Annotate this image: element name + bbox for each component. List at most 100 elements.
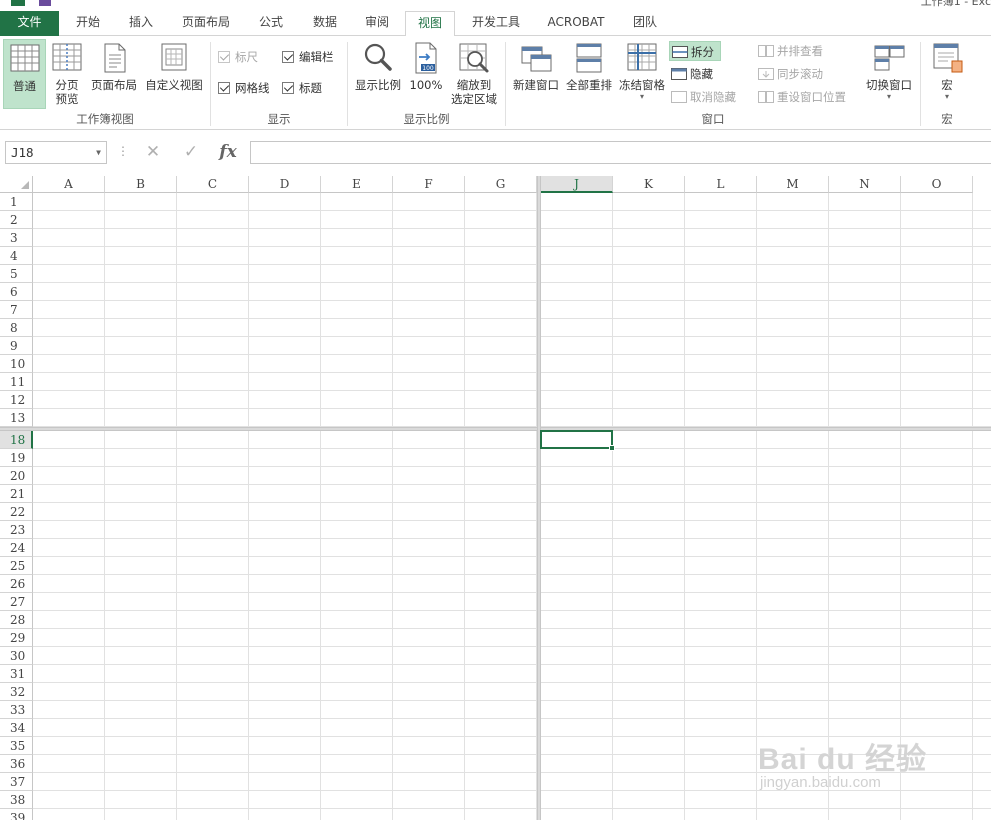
zoom-100-button[interactable]: 100 100% <box>406 39 446 109</box>
column-header-b[interactable]: B <box>105 176 177 193</box>
row-header-10[interactable]: 10 <box>0 355 33 373</box>
column-header-c[interactable]: C <box>177 176 249 193</box>
view-side-by-side-button[interactable]: 并排查看 <box>756 41 826 61</box>
switch-windows-button[interactable]: 切换窗口 ▾ <box>862 39 916 109</box>
active-cell[interactable] <box>540 430 613 449</box>
macros-button[interactable]: 宏 ▾ <box>925 39 969 109</box>
tab-page-layout[interactable]: 页面布局 <box>172 11 240 36</box>
row-header-28[interactable]: 28 <box>0 611 33 629</box>
sync-scroll-button[interactable]: 同步滚动 <box>756 64 826 84</box>
row-header-24[interactable]: 24 <box>0 539 33 557</box>
hide-button[interactable]: 隐藏 <box>669 64 716 84</box>
row-header-7[interactable]: 7 <box>0 301 33 319</box>
column-header-o[interactable]: O <box>901 176 973 193</box>
ruler-checkbox[interactable]: 标尺 <box>218 48 258 66</box>
cancel-icon[interactable]: ✕ <box>138 141 168 164</box>
column-header-k[interactable]: K <box>613 176 685 193</box>
gridline-vertical <box>392 193 393 820</box>
select-all-button[interactable] <box>0 176 33 193</box>
undo-icon[interactable] <box>74 0 84 6</box>
new-window-button[interactable]: 新建窗口 <box>509 39 563 109</box>
column-header-f[interactable]: F <box>393 176 465 193</box>
row-header-23[interactable]: 23 <box>0 521 33 539</box>
gridlines-checkbox[interactable]: 网格线 <box>218 79 270 97</box>
row-header-21[interactable]: 21 <box>0 485 33 503</box>
vertical-split-bar[interactable] <box>537 176 541 820</box>
row-header-34[interactable]: 34 <box>0 719 33 737</box>
normal-view-button[interactable]: 普通 <box>3 39 46 109</box>
row-header-32[interactable]: 32 <box>0 683 33 701</box>
row-header-26[interactable]: 26 <box>0 575 33 593</box>
row-header-5[interactable]: 5 <box>0 265 33 283</box>
row-header-33[interactable]: 33 <box>0 701 33 719</box>
row-header-6[interactable]: 6 <box>0 283 33 301</box>
row-header-1[interactable]: 1 <box>0 193 33 211</box>
tab-acrobat[interactable]: ACROBAT <box>540 11 612 36</box>
tab-review[interactable]: 审阅 <box>352 11 402 36</box>
save-icon[interactable] <box>38 0 52 6</box>
headings-checkbox[interactable]: 标题 <box>282 79 322 97</box>
row-header-30[interactable]: 30 <box>0 647 33 665</box>
row-header-39[interactable]: 39 <box>0 809 33 820</box>
row-header-29[interactable]: 29 <box>0 629 33 647</box>
zoom-to-selection-button[interactable]: 缩放到 选定区域 <box>447 39 501 109</box>
group-label-show: 显示 <box>267 112 291 126</box>
row-header-38[interactable]: 38 <box>0 791 33 809</box>
column-header-d[interactable]: D <box>249 176 321 193</box>
row-header-4[interactable]: 4 <box>0 247 33 265</box>
row-header-27[interactable]: 27 <box>0 593 33 611</box>
column-header-m[interactable]: M <box>757 176 829 193</box>
row-header-11[interactable]: 11 <box>0 373 33 391</box>
insert-function-icon[interactable]: fx <box>213 141 243 164</box>
column-header-n[interactable]: N <box>829 176 901 193</box>
column-header-a[interactable]: A <box>33 176 105 193</box>
page-layout-view-button[interactable]: 页面布局 <box>88 39 140 109</box>
horizontal-split-bar[interactable] <box>0 427 991 431</box>
unhide-button[interactable]: 取消隐藏 <box>669 87 739 107</box>
row-header-35[interactable]: 35 <box>0 737 33 755</box>
row-header-12[interactable]: 12 <box>0 391 33 409</box>
arrange-all-button[interactable]: 全部重排 <box>563 39 615 109</box>
tab-home[interactable]: 开始 <box>63 11 113 36</box>
split-button[interactable]: 拆分 <box>669 41 721 61</box>
row-header-36[interactable]: 36 <box>0 755 33 773</box>
row-header-2[interactable]: 2 <box>0 211 33 229</box>
tab-formulas[interactable]: 公式 <box>246 11 296 36</box>
row-header-20[interactable]: 20 <box>0 467 33 485</box>
column-header-g[interactable]: G <box>465 176 537 193</box>
custom-views-button[interactable]: 自定义视图 <box>141 39 207 109</box>
tab-developer[interactable]: 开发工具 <box>462 11 530 36</box>
formula-input[interactable] <box>250 141 991 164</box>
tab-file[interactable]: 文件 <box>0 11 59 36</box>
row-header-19[interactable]: 19 <box>0 449 33 467</box>
formula-bar-checkbox[interactable]: 编辑栏 <box>282 48 334 66</box>
column-header-j[interactable]: J <box>541 176 613 193</box>
reset-window-position-button[interactable]: 重设窗口位置 <box>756 87 849 107</box>
row-header-9[interactable]: 9 <box>0 337 33 355</box>
row-header-25[interactable]: 25 <box>0 557 33 575</box>
formula-bar-resize-handle[interactable]: ⋮ <box>117 143 129 159</box>
fill-handle[interactable] <box>609 445 615 451</box>
row-header-18[interactable]: 18 <box>0 431 33 449</box>
enter-icon[interactable]: ✓ <box>176 141 206 164</box>
chevron-down-icon[interactable]: ▼ <box>96 142 101 163</box>
row-header-3[interactable]: 3 <box>0 229 33 247</box>
row-header-31[interactable]: 31 <box>0 665 33 683</box>
tab-team[interactable]: 团队 <box>620 11 670 36</box>
redo-icon[interactable] <box>108 0 118 6</box>
freeze-panes-button[interactable]: 冻结窗格 ▾ <box>616 39 668 109</box>
row-header-37[interactable]: 37 <box>0 773 33 791</box>
column-header-e[interactable]: E <box>321 176 393 193</box>
tab-data[interactable]: 数据 <box>300 11 350 36</box>
row-header-8[interactable]: 8 <box>0 319 33 337</box>
worksheet-grid[interactable]: ABCDEFGJKLMNO 1 2 3 4 5 6 7 8 9 10 11 12 13 18 19 20 21 2… <box>0 176 991 820</box>
tab-view[interactable]: 视图 <box>405 11 455 37</box>
gridlines-label: 网格线 <box>235 81 270 95</box>
tab-insert[interactable]: 插入 <box>116 11 166 36</box>
zoom-button[interactable]: 显示比例 <box>352 39 404 109</box>
name-box[interactable]: J18 ▼ <box>5 141 107 164</box>
row-header-22[interactable]: 22 <box>0 503 33 521</box>
row-header-13[interactable]: 13 <box>0 409 33 427</box>
page-break-preview-button[interactable]: 分页 预览 <box>48 39 86 109</box>
column-header-l[interactable]: L <box>685 176 757 193</box>
